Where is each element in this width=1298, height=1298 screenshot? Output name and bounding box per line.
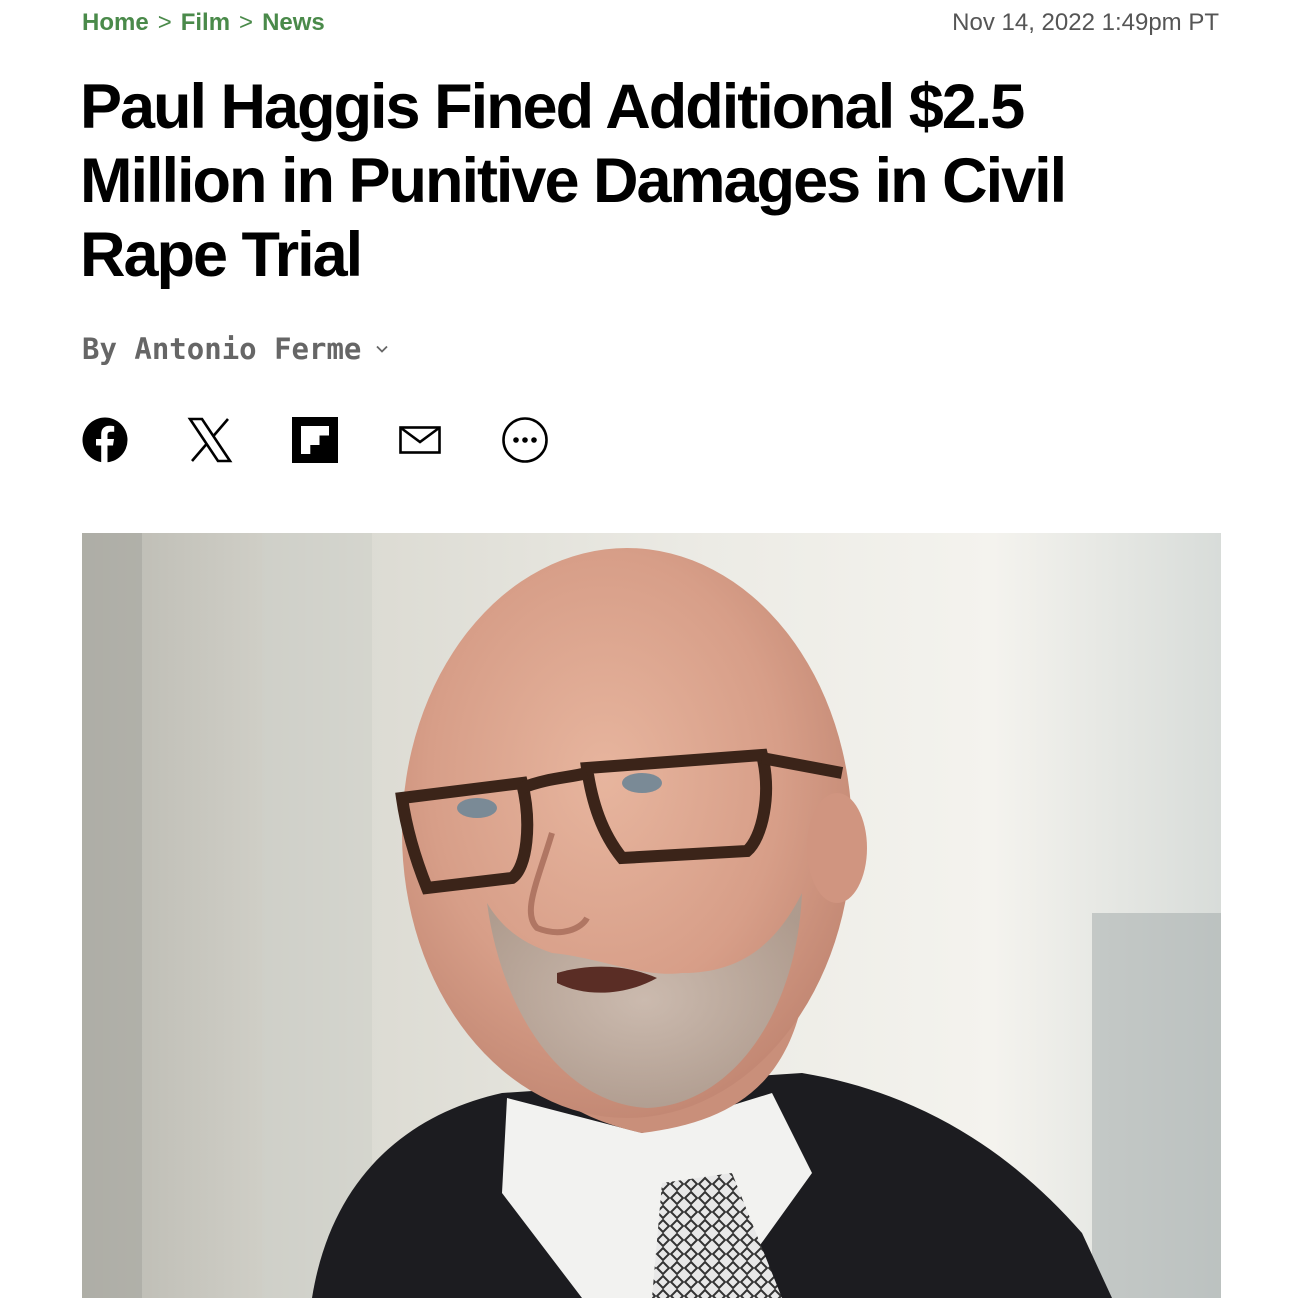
breadcrumb-separator: > (157, 9, 172, 36)
flipboard-icon (292, 417, 338, 463)
share-facebook-button[interactable] (82, 417, 128, 463)
byline-prefix: By (82, 332, 117, 366)
share-more-button[interactable] (502, 417, 548, 463)
breadcrumb-news[interactable]: News (262, 9, 325, 37)
share-email-button[interactable] (397, 417, 443, 463)
facebook-icon (82, 417, 128, 463)
breadcrumb-home[interactable]: Home (82, 9, 149, 37)
byline: By Antonio Ferme (82, 332, 389, 366)
publish-timestamp: Nov 14, 2022 1:49pm PT (952, 9, 1219, 36)
share-bar (82, 417, 607, 463)
email-icon (399, 426, 441, 454)
breadcrumb-film[interactable]: Film (181, 9, 230, 37)
share-x-button[interactable] (187, 417, 233, 463)
x-icon (187, 417, 233, 463)
breadcrumb-separator: > (239, 9, 254, 36)
author-name[interactable]: Antonio Ferme (134, 332, 361, 366)
chevron-down-icon[interactable] (375, 342, 389, 356)
portrait-photo (82, 533, 1221, 1298)
top-bar: Home > Film > News Nov 14, 2022 1:49pm P… (82, 6, 1219, 40)
share-flipboard-button[interactable] (292, 417, 338, 463)
hero-image (82, 533, 1221, 1298)
more-icon (502, 417, 548, 463)
breadcrumb: Home > Film > News (82, 9, 325, 37)
article-headline: Paul Haggis Fined Additional $2.5 Millio… (80, 72, 1067, 290)
